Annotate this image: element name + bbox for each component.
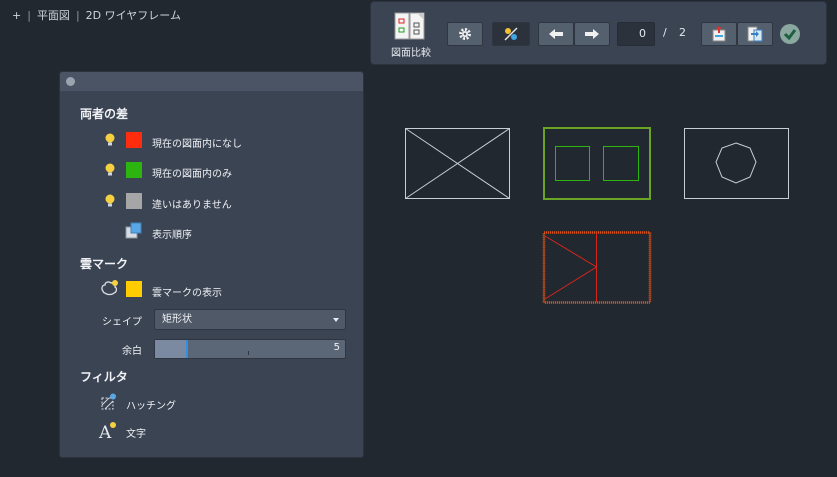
shape-dropdown[interactable]: 矩形状 bbox=[154, 309, 346, 330]
hatch-icon[interactable] bbox=[100, 393, 118, 411]
shape-label: シェイプ bbox=[102, 317, 142, 328]
slider-tick bbox=[248, 351, 249, 355]
visual-style[interactable]: 2D ワイヤフレーム bbox=[86, 7, 181, 23]
only-in-current-label: 現在の図面内のみ bbox=[152, 169, 232, 180]
checkmark-icon bbox=[780, 24, 800, 44]
arrow-left-icon bbox=[549, 29, 563, 39]
margin-slider-fill bbox=[155, 340, 188, 358]
draw-order-icon[interactable] bbox=[125, 222, 143, 240]
page-separator: / bbox=[663, 26, 667, 39]
lightbulb-icon[interactable] bbox=[105, 163, 115, 177]
color-swatch-only-current[interactable] bbox=[126, 162, 142, 178]
snapshot-button[interactable] bbox=[701, 22, 737, 46]
shape-rect-cross bbox=[405, 128, 510, 199]
total-pages: 2 bbox=[679, 26, 686, 39]
compare-drawings-label: 図面比較 bbox=[391, 48, 431, 59]
compare-drawings-button[interactable]: 図面比較 bbox=[385, 10, 437, 59]
export-button[interactable] bbox=[737, 22, 773, 46]
color-swatch-missing[interactable] bbox=[126, 132, 142, 148]
color-swatch-no-difference[interactable] bbox=[126, 193, 142, 209]
cloud-section-title: 雲マーク bbox=[80, 257, 129, 271]
cloud-color-swatch[interactable] bbox=[126, 281, 142, 297]
export-group bbox=[701, 22, 773, 46]
svg-text:A: A bbox=[98, 423, 112, 441]
next-button[interactable] bbox=[574, 22, 610, 46]
separator: | bbox=[75, 8, 80, 22]
current-page-field[interactable]: 0 bbox=[617, 22, 655, 46]
viewport-controls[interactable]: + | 平面図 | 2D ワイヤフレーム bbox=[12, 7, 181, 23]
navigation-group bbox=[538, 22, 610, 46]
shape-rect-circle bbox=[684, 128, 789, 199]
arrow-right-icon bbox=[585, 29, 599, 39]
shape-dropdown-value: 矩形状 bbox=[162, 314, 192, 325]
export-icon bbox=[747, 26, 763, 42]
diff-section-title: 両者の差 bbox=[80, 107, 129, 121]
shape-rect-triangle bbox=[542, 231, 652, 304]
separator: | bbox=[27, 8, 31, 22]
chevron-down-icon bbox=[333, 318, 339, 322]
revision-cloud-icon[interactable] bbox=[100, 279, 120, 297]
text-filter-label: 文字 bbox=[126, 429, 146, 440]
text-icon[interactable]: A bbox=[98, 421, 118, 441]
filter-section-title: フィルタ bbox=[80, 370, 128, 384]
compare-drawings-icon bbox=[394, 12, 425, 40]
done-button[interactable] bbox=[779, 23, 801, 45]
settings-button[interactable] bbox=[447, 22, 483, 46]
panel-titlebar[interactable] bbox=[60, 72, 363, 91]
toggle-compare-button[interactable] bbox=[492, 22, 530, 46]
panel-grip-icon[interactable] bbox=[66, 77, 75, 86]
previous-button[interactable] bbox=[538, 22, 574, 46]
draw-order-label: 表示順序 bbox=[152, 230, 192, 241]
lightbulb-icon[interactable] bbox=[105, 194, 115, 208]
no-difference-label: 違いはありません bbox=[152, 200, 232, 211]
margin-value: 5 bbox=[333, 342, 340, 353]
compare-toggle-icon bbox=[504, 27, 518, 41]
compare-toolbar: 図面比較 0 / 2 bbox=[370, 1, 827, 65]
margin-slider[interactable]: 5 bbox=[154, 339, 346, 359]
missing-in-current-label: 現在の図面内になし bbox=[152, 139, 242, 150]
cloud-show-label: 雲マークの表示 bbox=[152, 288, 222, 299]
viewport-menu-plus[interactable]: + bbox=[12, 9, 21, 22]
hatch-label: ハッチング bbox=[126, 401, 176, 412]
compare-settings-panel: 両者の差 現在の図面内になし 現在の図面内のみ 違いはありません 表示順序 雲マ… bbox=[59, 71, 364, 458]
margin-label: 余白 bbox=[122, 346, 142, 357]
lightbulb-icon[interactable] bbox=[105, 133, 115, 147]
shape-rect-two-squares bbox=[543, 127, 651, 200]
view-name[interactable]: 平面図 bbox=[37, 7, 70, 23]
snapshot-icon bbox=[712, 26, 726, 42]
gear-icon bbox=[459, 28, 471, 40]
